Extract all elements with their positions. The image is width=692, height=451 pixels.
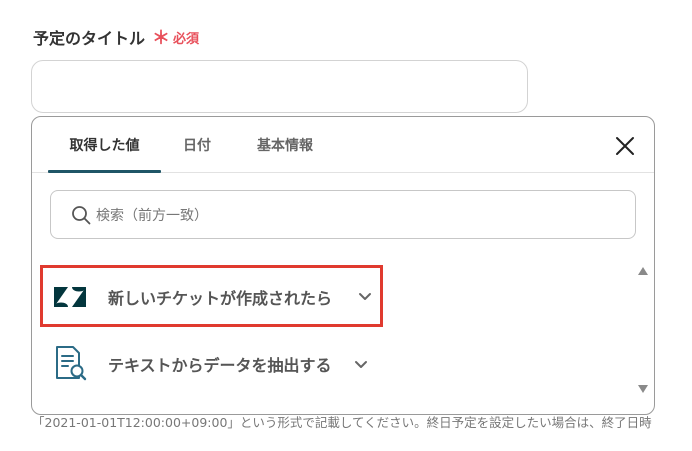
field-label: 予定のタイトル ＊ 必須 bbox=[33, 24, 199, 50]
value-picker-popup: 取得した値 日付 基本情報 検索（前方一致） 新しいチケットが作成されたら テキ… bbox=[31, 116, 655, 415]
scroll-down-arrow-icon[interactable] bbox=[638, 385, 648, 393]
close-button[interactable] bbox=[614, 135, 636, 157]
tab-bar: 取得した値 日付 基本情報 bbox=[32, 117, 654, 173]
title-input[interactable] bbox=[31, 60, 528, 113]
search-placeholder: 検索（前方一致） bbox=[96, 207, 208, 224]
tab-date[interactable]: 日付 bbox=[169, 117, 225, 172]
list-item-label: テキストからデータを抽出する bbox=[108, 356, 332, 375]
chevron-down-icon[interactable] bbox=[354, 360, 368, 370]
required-star: ＊ bbox=[152, 28, 171, 49]
tab-label: 日付 bbox=[183, 137, 211, 154]
highlight-annotation bbox=[40, 265, 383, 327]
search-input[interactable]: 検索（前方一致） bbox=[50, 190, 636, 239]
tab-retrieved-values[interactable]: 取得した値 bbox=[48, 117, 161, 173]
list-item-extract-data[interactable]: テキストからデータを抽出する bbox=[40, 335, 380, 393]
search-icon bbox=[72, 205, 91, 224]
page: 予定のタイトル ＊ 必須 「2021-01-01T12:00:00+09:00」… bbox=[0, 0, 692, 451]
document-search-icon bbox=[56, 346, 87, 381]
tab-label: 基本情報 bbox=[257, 137, 313, 154]
required-text: 必須 bbox=[173, 31, 200, 47]
tab-basic-info[interactable]: 基本情報 bbox=[240, 117, 330, 172]
tab-label: 取得した値 bbox=[69, 137, 140, 154]
close-icon bbox=[616, 137, 634, 155]
scroll-up-arrow-icon[interactable] bbox=[638, 267, 648, 275]
field-label-text: 予定のタイトル bbox=[33, 29, 146, 48]
